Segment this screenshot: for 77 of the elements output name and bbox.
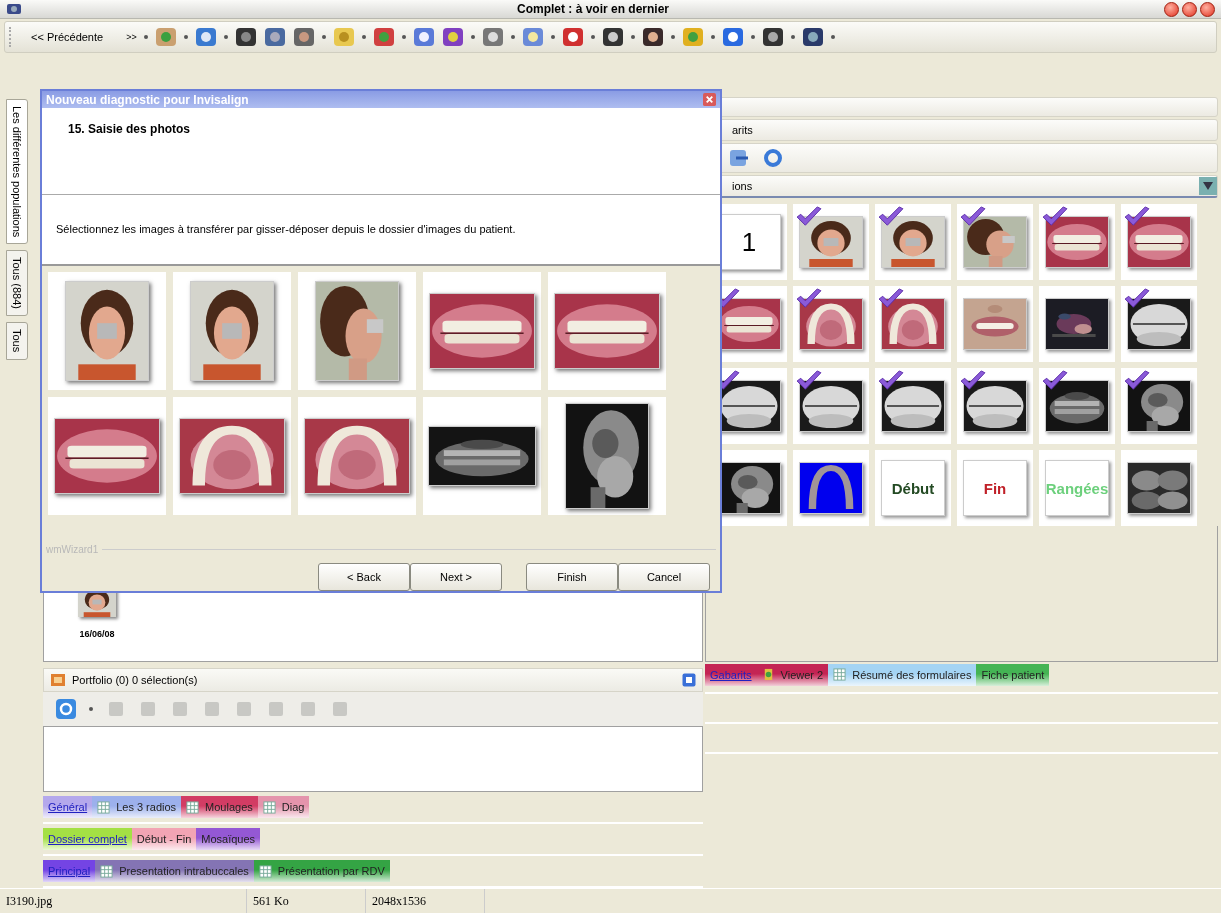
tab[interactable]: Présentation par RDV [253,860,390,882]
thumbnail-tile[interactable] [875,368,951,444]
check-icon [1041,370,1069,392]
close-button[interactable] [1200,1,1215,17]
check-icon [795,288,823,310]
check-icon [1123,370,1151,392]
thumbnail-tile[interactable] [793,368,869,444]
minimize-button[interactable] [1164,1,1179,17]
refresh-icon[interactable] [55,698,77,720]
thumbnail-tile[interactable] [793,286,869,362]
tab[interactable]: Diag [257,796,310,818]
portfolio-title: Portfolio (0) 0 sélection(s) [72,674,199,686]
thumbnail-tile[interactable] [1121,368,1197,444]
status-size: 561 Ko [247,889,366,913]
thumbnail-tile[interactable] [1121,204,1197,280]
status-dimensions: 2048x1536 [366,889,485,913]
thumbnail-tile[interactable] [1121,450,1197,526]
app-icon [6,1,22,17]
dialog-button[interactable]: < Back [318,563,410,591]
check-icon [877,206,905,228]
thumbnail-tile[interactable] [875,286,951,362]
check-icon [1123,206,1151,228]
thumbnail-tile[interactable]: Début [875,450,951,526]
close-icon[interactable] [703,93,716,107]
tab[interactable]: Mosaïques [196,828,261,850]
thumbnail-tile[interactable] [1121,286,1197,362]
tab[interactable]: Début - Fin [131,828,197,850]
thumbnail-tile[interactable] [875,204,951,280]
thumbnail-tile[interactable] [1039,286,1115,362]
previous-button[interactable]: << Précédente [25,31,110,43]
dialog-button[interactable]: Next > [410,563,502,591]
tab[interactable]: Fiche patient [976,663,1050,686]
check-icon [877,370,905,392]
label-thumbnail: Fin [983,479,1007,497]
tab[interactable]: Moulages [181,796,258,818]
maximize-icon[interactable] [682,673,696,687]
side-tab[interactable]: Tous [6,322,28,360]
tab[interactable]: Général [43,796,93,818]
number-thumbnail: 1 [741,226,757,258]
image-date: 16/06/08 [79,629,115,639]
tab[interactable]: Dossier complet [43,828,132,850]
step-title: 15. Saisie des photos [68,122,191,137]
thumbnail-tile[interactable] [1039,204,1115,280]
window-title: Complet : à voir en dernier [515,2,670,16]
filter-label: ions [732,180,753,192]
tab[interactable]: Les 3 radios [92,796,182,818]
portfolio-icon [50,672,66,688]
thumbnail-tile[interactable] [793,450,869,526]
side-tab[interactable]: Tous (884) [6,250,28,317]
refresh-icon[interactable] [762,147,784,169]
tab[interactable]: Presentation intrabuccales [95,860,254,882]
more-button[interactable]: >> [112,32,139,42]
check-icon [959,206,987,228]
tab[interactable]: Résumé des formulaires [828,663,977,686]
check-icon [1041,206,1069,228]
tab[interactable]: Viewer 2 [756,663,829,686]
instruction-text: Sélectionnez les images à transférer par gisser-déposer depuis le dossier d'images du patient. [56,223,516,236]
label-thumbnail: Début [891,479,935,497]
thumbnail-tile[interactable]: Fin [957,450,1033,526]
side-tab[interactable]: Les différentes populations [6,99,28,245]
label-thumbnail: Rangées [1045,479,1109,497]
thumbnail-tile[interactable] [957,286,1033,362]
thumbnail-tile[interactable] [1039,368,1115,444]
thumbnail-tile[interactable] [957,204,1033,280]
dialog-button[interactable]: Cancel [618,563,710,591]
thumbnail-tile[interactable] [793,204,869,280]
maximize-button[interactable] [1182,1,1197,17]
check-icon [795,370,823,392]
thumbnail-tile[interactable] [957,368,1033,444]
check-icon [1123,288,1151,310]
check-icon [959,370,987,392]
check-icon [795,206,823,228]
check-icon [877,288,905,310]
status-file: I3190.jpg [0,889,247,913]
dialog-title: Nouveau diagnostic pour Invisalign [46,92,249,107]
template-bar-label: arits [732,124,753,136]
dialog-button[interactable]: Finish [526,563,618,591]
